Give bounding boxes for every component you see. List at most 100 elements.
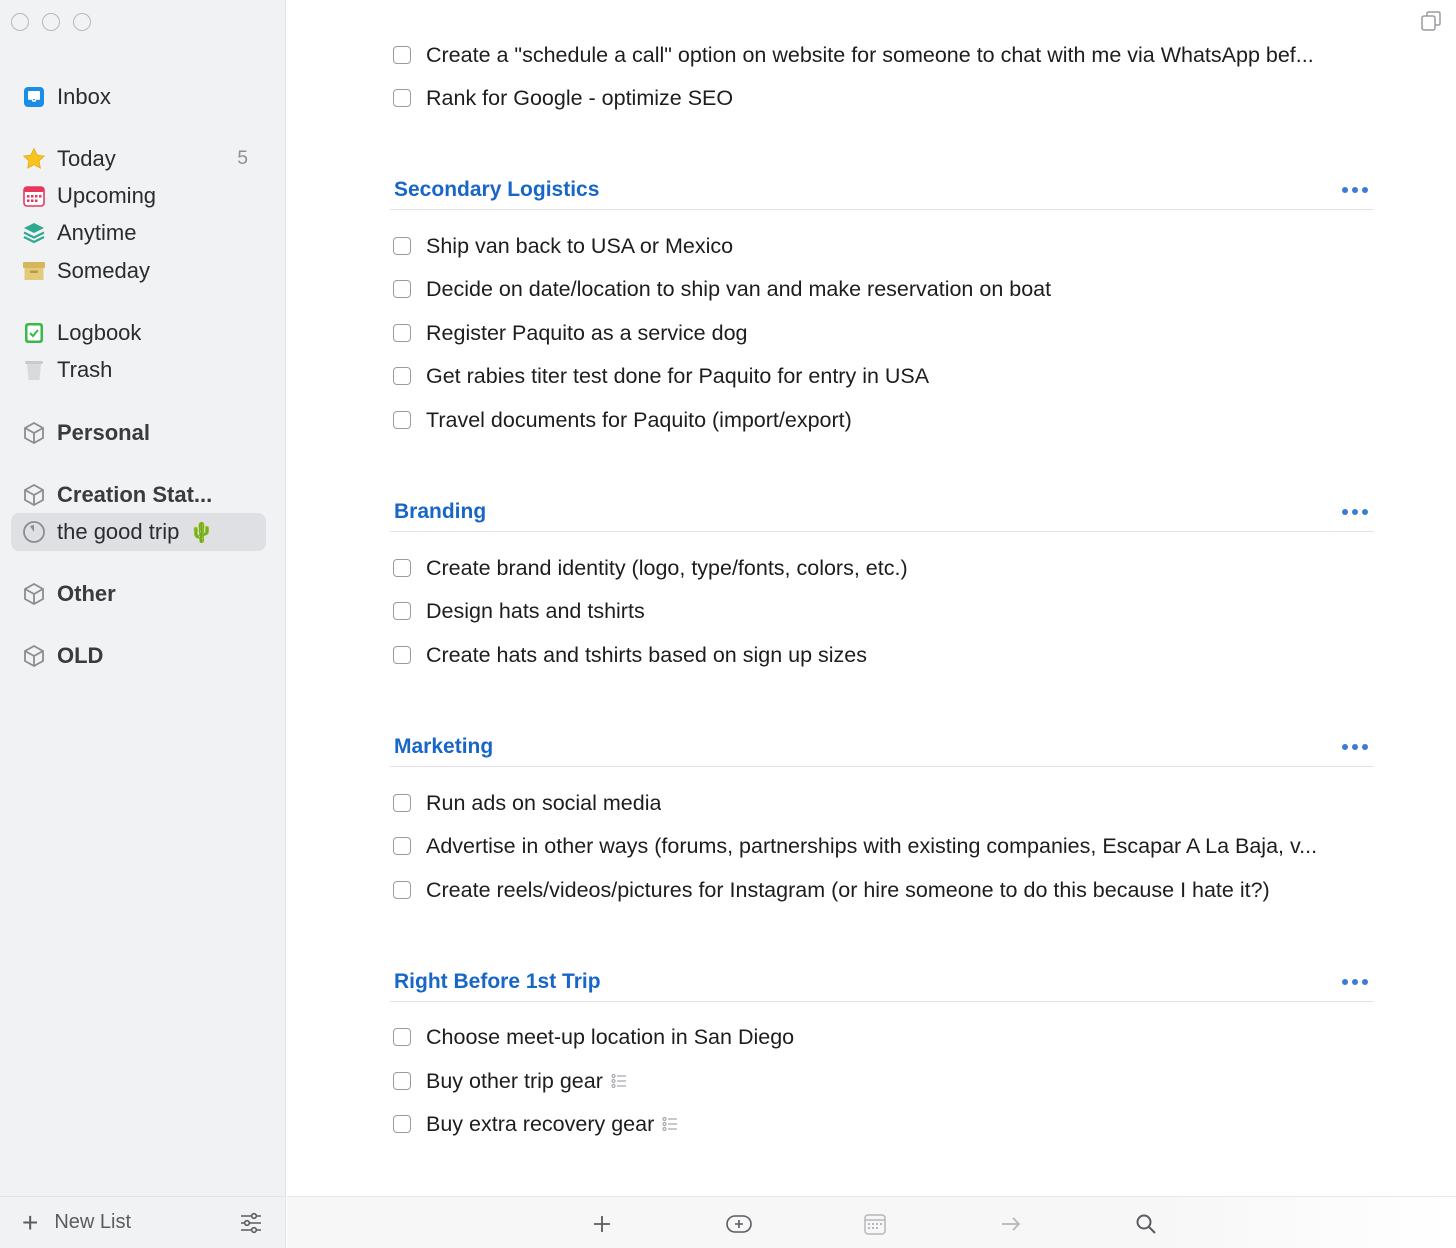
- todo-item[interactable]: Ship van back to USA or Mexico: [393, 231, 1373, 261]
- todo-item[interactable]: Buy extra recovery gear: [393, 1109, 1373, 1139]
- sidebar-item-inbox[interactable]: Inbox: [11, 78, 266, 116]
- plus-icon: +: [22, 1206, 39, 1238]
- todo-item[interactable]: Buy other trip gear: [393, 1066, 1373, 1096]
- sidebar-area-label: Personal: [57, 420, 150, 445]
- todo-item[interactable]: Choose meet-up location in San Diego: [393, 1022, 1373, 1052]
- todo-checkbox[interactable]: [393, 646, 411, 664]
- sidebar-item-label: Today: [57, 146, 116, 171]
- todo-checkbox[interactable]: [393, 1072, 411, 1090]
- todo-title: Decide on date/location to ship van and …: [426, 276, 1052, 301]
- todo-title: Design hats and tshirts: [426, 598, 645, 623]
- sidebar-item-trash[interactable]: Trash: [11, 351, 266, 389]
- sidebar-footer: + New List: [0, 1196, 286, 1248]
- todo-item[interactable]: Get rabies titer test done for Paquito f…: [393, 361, 1373, 391]
- todo-item[interactable]: Advertise in other ways (forums, partner…: [393, 831, 1373, 861]
- todo-checkbox[interactable]: [393, 837, 411, 855]
- todo-item[interactable]: Design hats and tshirts: [393, 596, 1373, 626]
- todo-title: Buy other trip gear: [426, 1068, 603, 1093]
- todo-item[interactable]: Create hats and tshirts based on sign up…: [393, 640, 1373, 670]
- todo-title: Register Paquito as a service dog: [426, 320, 748, 345]
- checklist-icon: [611, 1073, 627, 1089]
- sidebar-area-label: Creation Stat...: [57, 482, 213, 507]
- todo-checkbox[interactable]: [393, 46, 411, 64]
- sidebar-item-today[interactable]: Today 5: [11, 140, 266, 178]
- add-todo-icon[interactable]: [588, 1210, 616, 1238]
- sidebar-item-logbook[interactable]: Logbook: [11, 314, 266, 352]
- todo-title: Create a "schedule a call" option on web…: [426, 42, 1314, 67]
- section-heading-marketing[interactable]: Marketing: [390, 727, 1374, 767]
- new-window-icon[interactable]: [1420, 10, 1442, 32]
- todo-checkbox[interactable]: [393, 237, 411, 255]
- todo-title: Choose meet-up location in San Diego: [426, 1024, 795, 1049]
- sidebar-area-other[interactable]: Other: [11, 575, 266, 613]
- checklist-icon: [662, 1116, 678, 1132]
- todo-item[interactable]: Travel documents for Paquito (import/exp…: [393, 405, 1373, 435]
- section-heading-right-before-1st-trip[interactable]: Right Before 1st Trip: [390, 962, 1374, 1002]
- todo-item[interactable]: Decide on date/location to ship van and …: [393, 274, 1373, 304]
- todo-checkbox[interactable]: [393, 367, 411, 385]
- zoom-window-button[interactable]: [73, 13, 91, 31]
- todo-title: Create brand identity (logo, type/fonts,…: [426, 555, 908, 580]
- todo-item[interactable]: Register Paquito as a service dog: [393, 318, 1373, 348]
- more-options-icon[interactable]: [1342, 743, 1368, 750]
- sidebar-item-someday[interactable]: Someday: [11, 252, 266, 290]
- sidebar-area-label: Other: [57, 581, 116, 606]
- todo-item[interactable]: Create a "schedule a call" option on web…: [393, 40, 1373, 70]
- close-window-button[interactable]: [11, 13, 29, 31]
- new-list-label: New List: [54, 1211, 132, 1233]
- sidebar: Inbox Today 5 Upcoming Anytime Someday L…: [0, 0, 286, 1248]
- todo-title: Buy extra recovery gear: [426, 1111, 655, 1136]
- todo-title: Travel documents for Paquito (import/exp…: [426, 407, 852, 432]
- when-calendar-icon[interactable]: [861, 1210, 889, 1238]
- todo-checkbox[interactable]: [393, 411, 411, 429]
- todo-checkbox[interactable]: [393, 280, 411, 298]
- section-heading-title: Secondary Logistics: [394, 177, 600, 201]
- todo-checkbox[interactable]: [393, 559, 411, 577]
- logbook-icon: [22, 321, 46, 345]
- todo-checkbox[interactable]: [393, 1028, 411, 1046]
- add-heading-icon[interactable]: [725, 1210, 753, 1238]
- section-heading-secondary-logistics[interactable]: Secondary Logistics: [390, 170, 1374, 210]
- search-icon[interactable]: [1132, 1210, 1160, 1238]
- area-cube-icon: [22, 483, 46, 507]
- minimize-window-button[interactable]: [42, 13, 60, 31]
- area-cube-icon: [22, 421, 46, 445]
- sidebar-area-label: OLD: [57, 643, 104, 668]
- section-heading-title: Right Before 1st Trip: [394, 969, 601, 993]
- cactus-emoji: 🌵: [189, 521, 215, 544]
- archive-box-icon: [22, 259, 46, 283]
- todo-checkbox[interactable]: [393, 602, 411, 620]
- today-count-badge: 5: [237, 148, 248, 169]
- todo-checkbox[interactable]: [393, 881, 411, 899]
- new-list-button[interactable]: + New List: [22, 1206, 132, 1238]
- todo-title: Get rabies titer test done for Paquito f…: [426, 363, 930, 388]
- sidebar-area-old[interactable]: OLD: [11, 637, 266, 675]
- todo-item[interactable]: Create brand identity (logo, type/fonts,…: [393, 553, 1373, 583]
- todo-checkbox[interactable]: [393, 324, 411, 342]
- sidebar-item-label: Logbook: [57, 320, 142, 345]
- sliders-settings-icon[interactable]: [238, 1210, 264, 1236]
- sidebar-project-the-good-trip[interactable]: the good trip 🌵: [11, 513, 266, 551]
- todo-checkbox[interactable]: [393, 794, 411, 812]
- more-options-icon[interactable]: [1342, 186, 1368, 193]
- sidebar-item-label: Someday: [57, 258, 150, 283]
- sidebar-item-anytime[interactable]: Anytime: [11, 214, 266, 252]
- todo-title: Create reels/videos/pictures for Instagr…: [426, 877, 1270, 902]
- todo-item[interactable]: Rank for Google - optimize SEO: [393, 83, 1373, 113]
- progress-circle-icon: [22, 520, 46, 544]
- todo-item[interactable]: Run ads on social media: [393, 788, 1373, 818]
- calendar-icon: [22, 184, 46, 208]
- more-options-icon[interactable]: [1342, 508, 1368, 515]
- sidebar-area-personal[interactable]: Personal: [11, 414, 266, 452]
- area-cube-icon: [22, 582, 46, 606]
- sidebar-area-creation[interactable]: Creation Stat...: [11, 476, 266, 514]
- move-arrow-icon[interactable]: [997, 1210, 1025, 1238]
- todo-checkbox[interactable]: [393, 89, 411, 107]
- section-heading-branding[interactable]: Branding: [390, 492, 1374, 532]
- area-cube-icon: [22, 644, 46, 668]
- more-options-icon[interactable]: [1342, 978, 1368, 985]
- sidebar-item-upcoming[interactable]: Upcoming: [11, 177, 266, 215]
- todo-checkbox[interactable]: [393, 1115, 411, 1133]
- todo-item[interactable]: Create reels/videos/pictures for Instagr…: [393, 875, 1373, 905]
- todo-title: Run ads on social media: [426, 790, 662, 815]
